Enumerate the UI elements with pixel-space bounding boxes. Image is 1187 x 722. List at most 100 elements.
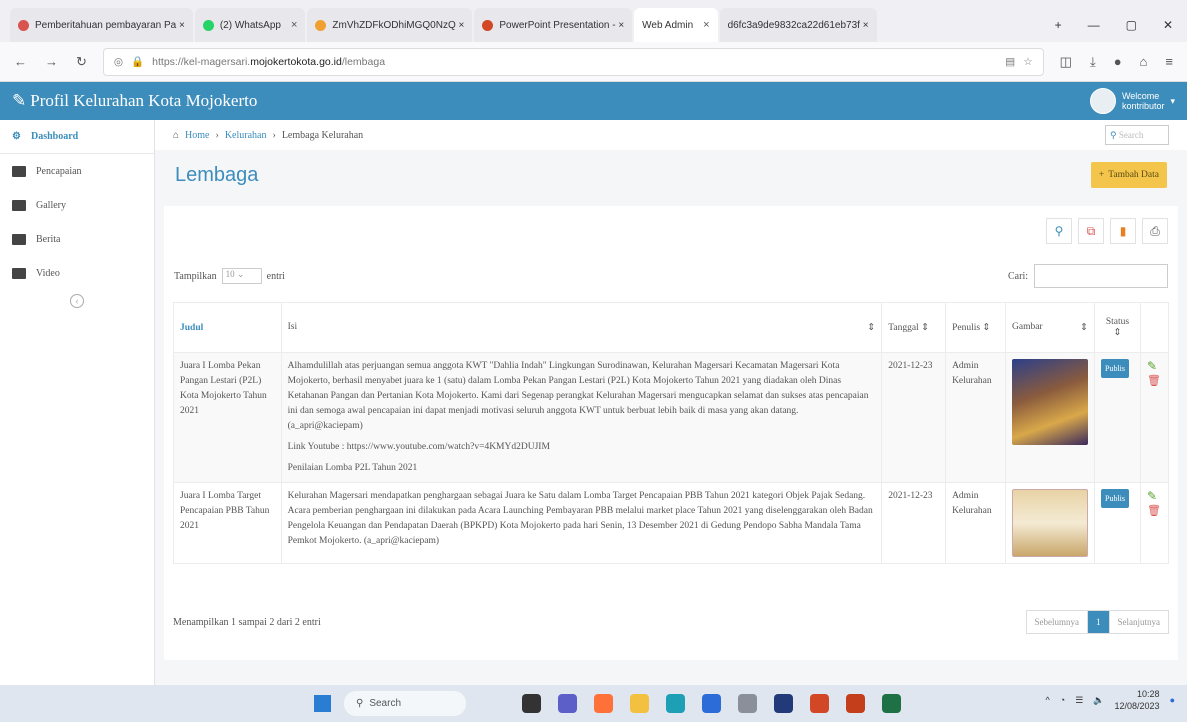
firefox-icon[interactable] [594,694,613,713]
video-icon [12,267,26,279]
breadcrumb-parent[interactable]: Kelurahan [225,130,267,141]
close-window-icon[interactable]: ✕ [1163,18,1173,32]
task-view-icon[interactable] [522,694,541,713]
copy-button[interactable]: ⧉ [1078,218,1104,244]
url-prefix: https://kel-magersari. [152,55,251,68]
col-judul[interactable]: Judul [173,302,282,353]
browser-tab-active[interactable]: Web Admin × [634,8,718,42]
toolbar-icons: ◫ ⤓ ● ⌂ ≡ [1060,54,1173,70]
reload-icon[interactable]: ↻ [76,54,87,70]
notification-icon[interactable]: ● [1170,695,1175,705]
excel-icon[interactable] [882,694,901,713]
list-icon [12,165,26,177]
page-title: Lembaga [175,163,259,186]
search-tool-button[interactable]: ⚲ [1046,218,1072,244]
edit-pencil-icon[interactable]: ✎ [1147,359,1162,374]
page-length-select[interactable]: 10 ⌄ [221,268,262,284]
taskbar-search[interactable]: ⚲ Search [344,691,466,716]
sidebar-item-label: Video [36,267,60,279]
isi-link[interactable]: Link Youtube : https://www.youtube.com/w… [288,440,876,455]
col-gambar[interactable]: Gambar ⇕ [1005,302,1095,353]
chat-icon[interactable] [558,694,577,713]
prev-page-button[interactable]: Sebelumnya [1027,611,1088,633]
thumbnail-image[interactable] [1012,359,1088,445]
file-explorer-icon[interactable] [630,694,649,713]
network-icon[interactable]: ◔ [1060,695,1065,705]
site-favicon-icon [315,19,327,31]
forward-icon[interactable]: → [45,54,58,70]
browser-tab[interactable]: d6fc3a9de9832ca22d61eb73f × [719,8,877,42]
search-icon: ⚲ [356,698,364,709]
bookmark-star-icon[interactable]: ☆ [1023,56,1032,68]
home-icon[interactable]: ⌂ [1140,54,1148,70]
user-menu[interactable]: Welcome kontributor ▾ [1089,88,1175,114]
minimize-icon[interactable]: — [1088,18,1100,32]
add-data-button[interactable]: + Tambah Data [1090,162,1167,188]
table-search-input[interactable] [1034,264,1168,288]
date: 12/08/2023 [1114,701,1160,711]
browser-tab[interactable]: PowerPoint Presentation - × [474,8,633,42]
browser-tab[interactable]: Pemberitahuan pembayaran Pa × [10,8,193,42]
extension-icon[interactable]: ● [1114,54,1122,70]
sidebar-item-video[interactable]: Video [0,256,154,290]
cell-actions: ✎ 🗑 [1139,482,1170,564]
powerpoint-icon[interactable] [846,694,865,713]
taskbar: ⚲ Search ^ ◔ ☰ 🔈 10:28 12/08/2023 ● [0,685,1187,722]
main-content: ⌂ Home › Kelurahan › Lembaga Kelurahan ⚲… [155,120,1187,685]
breadcrumb-separator: › [272,129,276,141]
welcome-label: Welcome [1121,91,1160,101]
next-page-button[interactable]: Selanjutnya [1110,611,1169,633]
print-button[interactable]: ⎙ [1142,218,1168,244]
clock[interactable]: 10:28 12/08/2023 [1115,688,1160,712]
window-controls: + — ▢ ✕ [1041,8,1187,42]
col-isi[interactable]: Isi ⇕ [280,302,883,353]
sidebar-item-berita[interactable]: Berita [0,222,154,256]
show-label: Tampilkan [174,270,217,282]
thumbnail-image[interactable] [1012,489,1088,557]
store-icon[interactable] [702,694,721,713]
maximize-icon[interactable]: ▢ [1126,18,1137,32]
breadcrumb-home[interactable]: Home [185,130,209,141]
col-label: Gambar [1012,322,1043,332]
system-tray: ^ ◔ ☰ 🔈 10:28 12/08/2023 ● [1046,688,1175,712]
pocket-icon[interactable]: ◫ [1060,54,1072,70]
user-name: kontributor [1121,101,1165,111]
reader-icon[interactable]: ▤ [1005,56,1015,68]
collapse-sidebar-icon[interactable]: ‹ [70,294,84,308]
avatar [1089,88,1116,114]
excel-button[interactable]: ▮ [1110,218,1136,244]
volume-icon[interactable]: 🔈 [1093,695,1104,706]
trash-icon[interactable]: 🗑 [1147,374,1162,389]
browser-tab[interactable]: ZmVhZDFkODhiMGQ0NzQ × [307,8,473,42]
menu-icon[interactable]: ≡ [1165,54,1173,70]
table-info: Menampilkan 1 sampai 2 dari 2 entri [173,616,321,628]
cell-penulis: Admin Kelurahan [945,482,1006,564]
trash-icon[interactable]: 🗑 [1147,504,1162,519]
col-tanggal[interactable]: Tanggal ⇕ [881,302,947,353]
sidebar-item-dashboard[interactable]: ⚙ Dashboard [0,120,154,154]
address-bar[interactable]: ◎ 🔒 https://kel-magersari.mojokertokota.… [102,47,1044,76]
browser-tab[interactable]: (2) WhatsApp × [194,8,306,42]
brand[interactable]: ✎ Profil Kelurahan Kota Mojokerto [12,91,257,111]
page-1-button[interactable]: 1 [1088,611,1110,633]
table-controls: Tampilkan 10 ⌄ entri Cari: [164,256,1178,296]
edge-icon[interactable] [666,694,685,713]
windows-start-icon[interactable] [314,695,331,712]
app-icon[interactable] [738,694,757,713]
edit-pencil-icon[interactable]: ✎ [1147,489,1162,504]
back-icon[interactable]: ← [14,54,27,70]
wifi-icon[interactable]: ☰ [1075,695,1083,706]
new-tab-icon[interactable]: + [1055,18,1062,32]
data-panel: ⚲ ⧉ ▮ ⎙ Tampilkan 10 ⌄ entri Cari: Judul… [164,206,1178,660]
chevron-up-icon[interactable]: ^ [1046,695,1050,705]
sidebar-item-gallery[interactable]: Gallery [0,188,154,222]
dropbox-icon[interactable] [774,694,793,713]
download-icon[interactable]: ⤓ [1090,54,1096,70]
search-input[interactable]: ⚲ Search [1105,125,1169,145]
close-tab-icon[interactable]: × [703,19,709,31]
sidebar-item-pencapaian[interactable]: Pencapaian [0,154,154,188]
col-penulis[interactable]: Penulis ⇕ [945,302,1006,353]
word-icon[interactable] [810,694,829,713]
col-status[interactable]: Status ⇕ [1094,302,1141,353]
close-tab-icon[interactable]: × [291,19,297,31]
